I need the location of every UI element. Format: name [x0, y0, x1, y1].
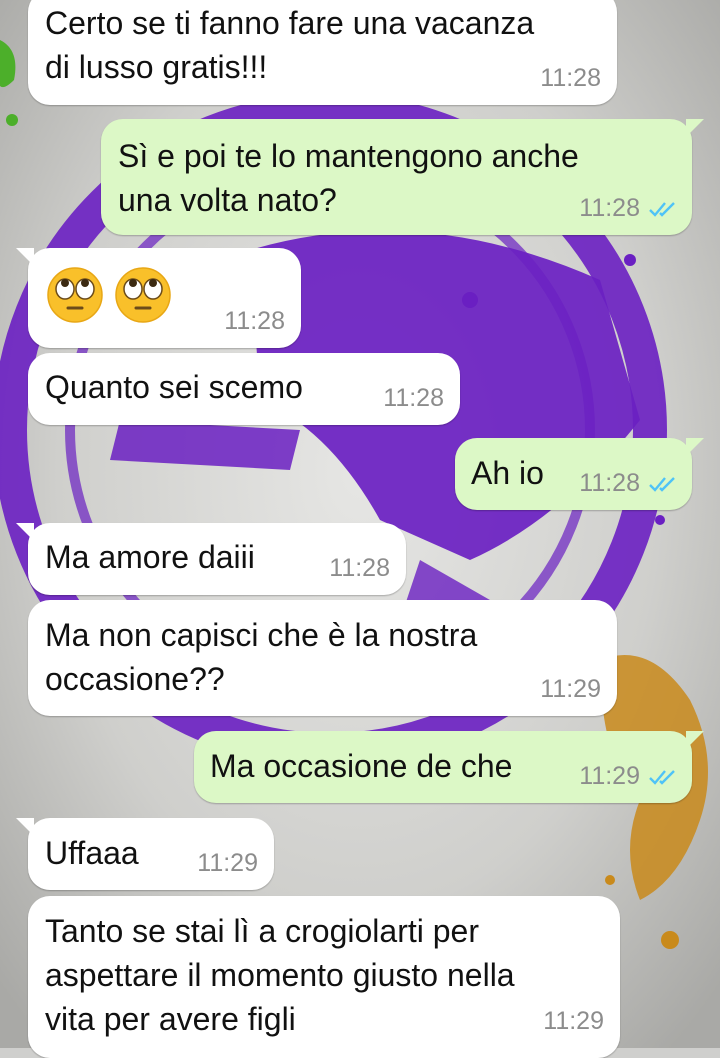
message-timestamp: 11:29: [543, 1007, 604, 1035]
message-timestamp: 11:28: [579, 469, 640, 497]
message-timestamp: 11:28: [329, 554, 390, 582]
message-text-line: Uffaaa: [45, 835, 139, 871]
message-text-line: Ma occasione de che: [210, 748, 513, 784]
face-with-rolling-eyes-emoji-icon: [47, 267, 103, 323]
incoming-message[interactable]: 11:28: [16, 248, 301, 348]
message-text-line: una volta nato?: [118, 182, 337, 218]
outgoing-message[interactable]: Sì e poi te lo mantengono anche una volt…: [101, 119, 704, 235]
read-receipt-icon: [649, 201, 675, 217]
message-text-line: Quanto sei scemo: [45, 369, 303, 405]
incoming-message[interactable]: Ma non capisci che è la nostra occasione…: [28, 600, 617, 716]
message-text-line: occasione??: [45, 661, 225, 697]
message-timestamp: 11:28: [579, 194, 640, 222]
message-text-line: Ma amore daiii: [45, 539, 255, 575]
emoji-row: [46, 266, 172, 324]
message-timestamp: 11:29: [197, 849, 258, 877]
incoming-message[interactable]: Ma amore daiii 11:28: [16, 523, 406, 595]
message-text-line: Ma non capisci che è la nostra: [45, 617, 478, 653]
read-receipt-icon: [649, 769, 675, 785]
incoming-message[interactable]: Quanto sei scemo 11:28: [28, 353, 460, 425]
message-text-line: Certo se ti fanno fare una vacanza: [45, 5, 535, 41]
message-text-line: Tanto se stai lì a crogiolarti per: [45, 913, 479, 949]
message-text-line: Ah io: [471, 455, 544, 491]
incoming-message[interactable]: Uffaaa 11:29: [16, 818, 274, 890]
incoming-message[interactable]: Tanto se stai lì a crogiolarti per aspet…: [28, 896, 620, 1058]
message-timestamp: 11:28: [540, 64, 601, 92]
message-timestamp: 11:28: [383, 384, 444, 412]
outgoing-message[interactable]: Ah io 11:28: [455, 438, 704, 510]
message-timestamp: 11:29: [579, 762, 640, 790]
chat-message-list[interactable]: Certo se ti fanno fare una vacanza di lu…: [0, 0, 720, 1058]
message-text-line: vita per avere figli: [45, 1001, 296, 1037]
incoming-message[interactable]: Certo se ti fanno fare una vacanza di lu…: [28, 0, 617, 105]
message-text-line: di lusso gratis!!!: [45, 49, 268, 85]
message-text-line: aspettare il momento giusto nella: [45, 957, 515, 993]
message-timestamp: 11:29: [540, 675, 601, 703]
message-text-line: Sì e poi te lo mantengono anche: [118, 138, 579, 174]
face-with-rolling-eyes-emoji-icon: [115, 267, 171, 323]
message-timestamp: 11:28: [224, 307, 285, 335]
outgoing-message[interactable]: Ma occasione de che 11:29: [194, 731, 704, 803]
read-receipt-icon: [649, 476, 675, 492]
